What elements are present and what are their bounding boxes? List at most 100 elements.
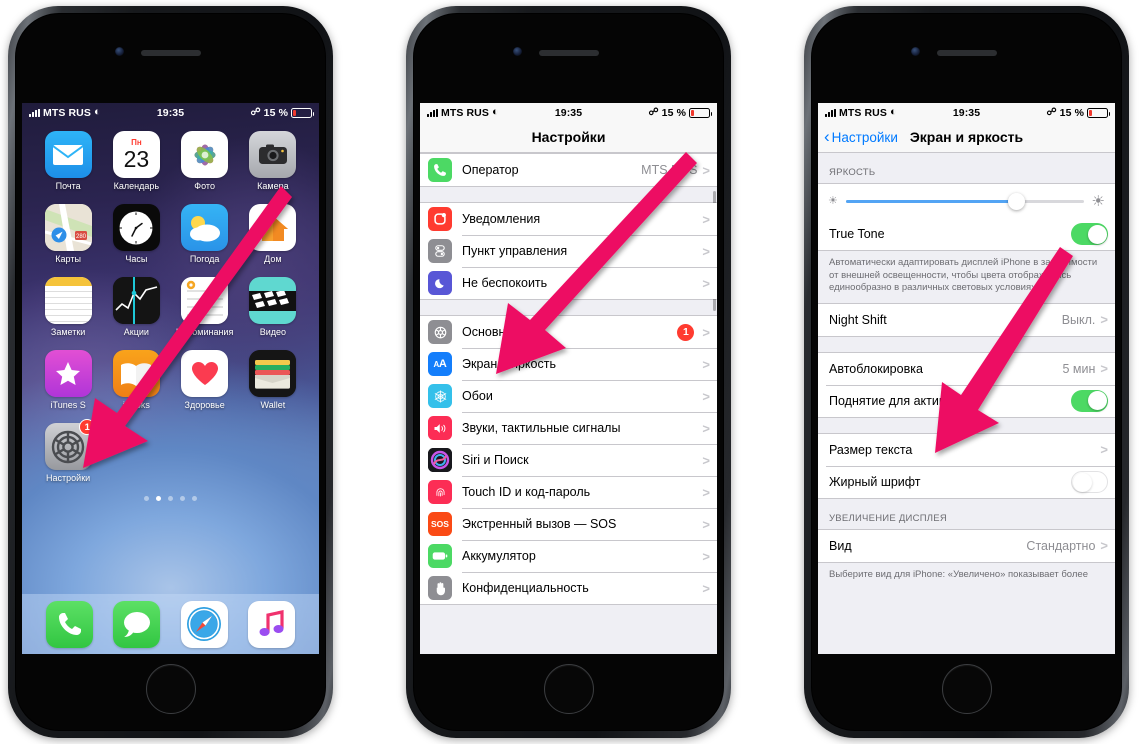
app-label: Фото (194, 181, 215, 191)
display-settings-list[interactable]: ЯРКОСТЬ ☀ ☀ True Tone Автоматически адап… (818, 153, 1115, 654)
settings-row-privacy[interactable]: Конфиденциальность > (420, 572, 717, 604)
app-label: Дом (264, 254, 282, 264)
section-header-brightness: ЯРКОСТЬ (818, 153, 1115, 183)
slider-knob[interactable] (1008, 192, 1026, 210)
app-ibooks[interactable]: iBooks (102, 350, 170, 410)
brightness-slider-row[interactable]: ☀ ☀ (818, 184, 1115, 218)
row-label: Обои (462, 389, 493, 403)
settings-row-operator[interactable]: Оператор MTS RUS > (420, 154, 717, 186)
phone-icon[interactable] (46, 600, 94, 648)
chevron-right-icon: > (702, 420, 710, 436)
app-grid: Почта Пн 23 Календарь Фото Камера 280 Ка… (22, 122, 319, 483)
home-button[interactable] (941, 664, 992, 714)
app-itunes-store[interactable]: iTunes S (34, 350, 102, 410)
messages-icon[interactable] (113, 600, 161, 648)
phone-green-icon (428, 158, 452, 182)
settings-row-sounds[interactable]: Звуки, тактильные сигналы > (420, 412, 717, 444)
mail-icon (44, 131, 92, 178)
row-badge: 1 (677, 323, 695, 341)
nav-bar: Настройки (420, 122, 717, 153)
true-tone-row[interactable]: True Tone (818, 218, 1115, 250)
settings-row-do-not-disturb[interactable]: Не беспокоить > (420, 267, 717, 299)
row-label: Экстренный вызов — SOS (462, 517, 617, 531)
settings-list[interactable]: Оператор MTS RUS > Уведомления > Пункт у… (420, 153, 717, 654)
chevron-right-icon: > (1100, 538, 1108, 554)
tutorial-screenshot: MTS RUS ◐ 19:35 ☍ 15 % Почта Пн 23 Кален… (0, 0, 1143, 744)
app-videos[interactable]: Видео (239, 277, 307, 337)
music-note-icon[interactable] (247, 600, 295, 648)
home-button[interactable] (543, 664, 594, 714)
night-shift-row[interactable]: Night Shift Выкл. > (818, 303, 1115, 336)
true-tone-description: Автоматически адаптировать дисплей iPhon… (818, 251, 1115, 303)
videos-icon (249, 277, 297, 324)
cellular-bars-icon (427, 108, 438, 117)
page-dot[interactable] (192, 496, 197, 501)
app-wallet[interactable]: Wallet (239, 350, 307, 410)
privacy-hand-icon (428, 576, 452, 600)
true-tone-toggle[interactable] (1071, 223, 1108, 245)
settings-row-wallpaper[interactable]: Обои > (420, 380, 717, 412)
display-aa-icon: AA (428, 352, 452, 376)
page-dot-active[interactable] (156, 496, 161, 501)
bold-text-row[interactable]: Жирный шрифт (818, 465, 1115, 498)
settings-row-siri-search[interactable]: Siri и Поиск > (420, 444, 717, 476)
bold-text-toggle[interactable] (1071, 470, 1108, 493)
app-label: Календарь (113, 181, 160, 191)
settings-row-display-brightness[interactable]: AA Экран и яркость > (420, 348, 717, 380)
app-home[interactable]: Дом (239, 204, 307, 264)
wifi-icon: ◐ (491, 106, 499, 118)
slider-fill (845, 199, 1017, 203)
battery-icon (1087, 107, 1111, 118)
carrier-label: MTS RUS (839, 106, 887, 119)
home-app-icon (249, 204, 297, 251)
app-notes[interactable]: Заметки (34, 277, 102, 337)
app-settings[interactable]: 1 Настройки (34, 419, 102, 483)
moon-icon (428, 271, 452, 295)
settings-row-notifications[interactable]: Уведомления > (420, 203, 717, 235)
app-camera[interactable]: Камера (239, 131, 307, 191)
brightness-group: ☀ ☀ True Tone (818, 183, 1115, 251)
page-dot[interactable] (168, 496, 173, 501)
sun-small-icon: ☀ (828, 194, 838, 207)
chevron-right-icon: > (1100, 442, 1108, 458)
display-zoom-group: Вид Стандартно > (818, 528, 1115, 563)
home-button[interactable] (145, 664, 196, 714)
app-label: Погода (189, 254, 220, 264)
app-label: Почта (55, 181, 81, 191)
cellular-bars-icon (29, 108, 40, 117)
chevron-right-icon: > (702, 243, 710, 259)
wallpaper-icon (428, 384, 452, 408)
raise-to-wake-row[interactable]: Поднятие для активации (818, 384, 1115, 417)
night-shift-group: Night Shift Выкл. > (818, 302, 1115, 337)
phone-3-screen: MTS RUS ◐ 19:35 ☍ 15 % ‹ Настройки Экран… (818, 103, 1115, 654)
settings-row-battery[interactable]: Аккумулятор > (420, 540, 717, 572)
app-mail[interactable]: Почта (34, 131, 102, 191)
view-row[interactable]: Вид Стандартно > (818, 529, 1115, 562)
settings-row-general[interactable]: Основные 1 > (420, 316, 717, 348)
battery-percent-label: 15 % (263, 106, 289, 119)
app-maps[interactable]: 280 Карты (34, 204, 102, 264)
calendar-icon: Пн 23 (112, 131, 160, 178)
back-button[interactable]: ‹ Настройки (824, 128, 898, 145)
app-stocks[interactable]: Акции (102, 277, 170, 337)
app-reminders[interactable]: Напоминания (171, 277, 239, 337)
auto-lock-row[interactable]: Автоблокировка 5 мин > (818, 352, 1115, 385)
text-size-row[interactable]: Размер текста > (818, 433, 1115, 466)
settings-row-touch-id[interactable]: Touch ID и код-пароль > (420, 476, 717, 508)
row-label: Не беспокоить (462, 276, 548, 290)
settings-row-control-center[interactable]: Пункт управления > (420, 235, 717, 267)
app-clock[interactable]: Часы (102, 204, 170, 264)
brightness-slider[interactable] (845, 192, 1084, 210)
app-photos[interactable]: Фото (171, 131, 239, 191)
raise-to-wake-toggle[interactable] (1071, 389, 1108, 412)
app-calendar[interactable]: Пн 23 Календарь (102, 131, 170, 191)
section-header-display-zoom: УВЕЛИЧЕНИЕ ДИСПЛЕЯ (818, 498, 1115, 529)
page-dot[interactable] (180, 496, 185, 501)
app-health[interactable]: Здоровье (171, 350, 239, 410)
settings-row-sos[interactable]: SOS Экстренный вызов — SOS > (420, 508, 717, 540)
chevron-right-icon: > (702, 452, 710, 468)
safari-compass-icon[interactable] (180, 600, 228, 648)
page-dot[interactable] (144, 496, 149, 501)
app-weather[interactable]: Погода (171, 204, 239, 264)
display-zoom-description: Выберите вид для iPhone: «Увеличено» пок… (818, 562, 1115, 590)
